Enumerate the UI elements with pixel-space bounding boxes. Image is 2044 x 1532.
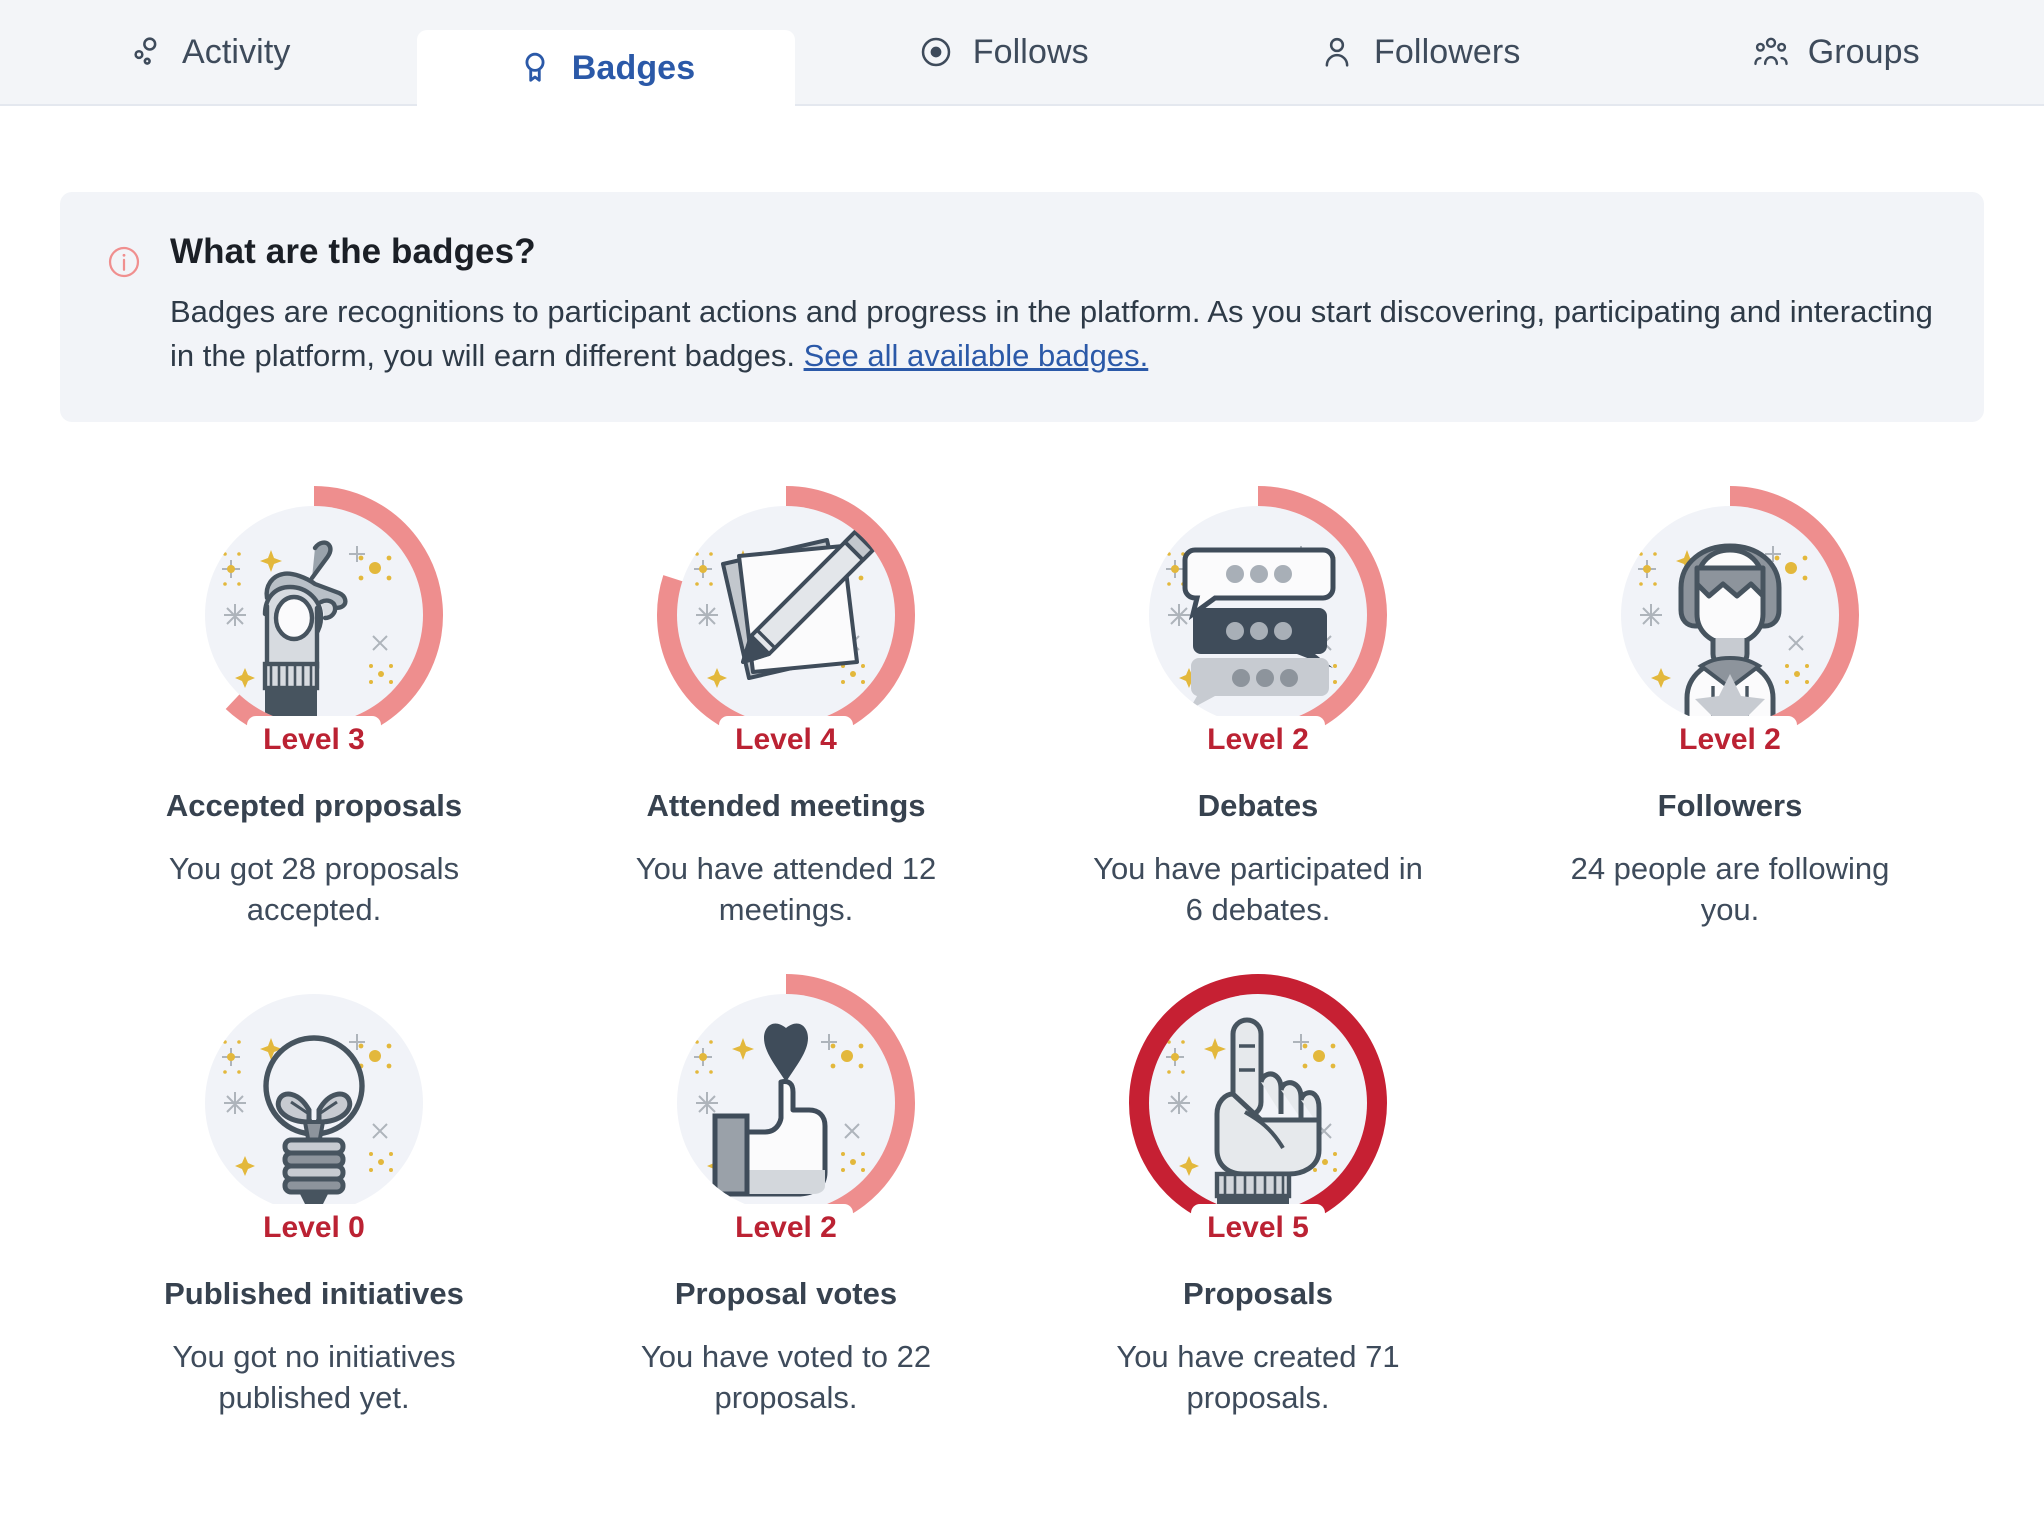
badge-visual: [655, 972, 917, 1234]
badge-visual: [1127, 972, 1389, 1234]
hand-point-up-icon: [1214, 1017, 1322, 1213]
eye-icon: [917, 33, 955, 71]
badge-description: You have created 71 proposals.: [1116, 1339, 1400, 1416]
badge-disc: [1149, 506, 1367, 725]
badge-level-chip: Level 3: [247, 716, 381, 766]
tab-groups-label: Groups: [1807, 32, 1920, 71]
person-star-icon: [1678, 543, 1782, 725]
badge-title: Published initiatives: [164, 1275, 464, 1311]
badge-description: You have voted to 22 proposals.: [640, 1339, 932, 1416]
tab-groups[interactable]: Groups: [1628, 0, 2044, 104]
tab-activity-label: Activity: [182, 32, 291, 71]
tab-follows[interactable]: Follows: [795, 0, 1212, 104]
badge-title: Followers: [1657, 787, 1803, 823]
tab-badges-label: Badges: [571, 48, 696, 87]
badge-disc: [205, 994, 423, 1213]
badge-title: Accepted proposals: [165, 787, 463, 823]
badge-title: Proposals: [1183, 1275, 1333, 1311]
person-icon: [1318, 33, 1356, 71]
pencil-papers-icon: [721, 530, 875, 681]
badge-visual: [655, 484, 917, 746]
thumbs-up-heart-icon: [712, 1023, 828, 1197]
people-group-icon: [1752, 33, 1790, 71]
badges-info-callout: What are the badges? Badges are recognit…: [60, 192, 1984, 423]
tab-followers-label: Followers: [1374, 32, 1521, 71]
tab-followers[interactable]: Followers: [1211, 0, 1628, 104]
badge-card[interactable]: Level 2 Debates You have participated in 6…: [1022, 484, 1494, 930]
callout-text: Badges are recognitions to participant a…: [170, 290, 1938, 378]
badge-visual: [1127, 484, 1389, 746]
badge-title: Debates: [1197, 787, 1319, 823]
badge-level-chip: Level 2: [1663, 716, 1797, 766]
badge-title: Proposal votes: [674, 1275, 898, 1311]
badge-card[interactable]: Level 2 Proposal votes You have voted to 2…: [550, 972, 1022, 1418]
tab-activity[interactable]: Activity: [0, 0, 417, 104]
badge-ribbon-icon: [516, 49, 554, 87]
badge-visual: [183, 484, 445, 746]
badge-disc: [205, 506, 423, 725]
activity-icon: [126, 33, 164, 71]
see-all-badges-link[interactable]: See all available badges.: [804, 338, 1149, 373]
badge-level-chip: Level 5: [1191, 1204, 1325, 1254]
badge-card[interactable]: Level 2 Followers 24 people are following …: [1494, 484, 1966, 930]
badge-card[interactable]: Level 0 Published initiatives You got no i…: [78, 972, 550, 1418]
badge-description: You have participated in 6 debates.: [1093, 850, 1423, 928]
info-circle-icon: [106, 232, 142, 285]
badge-level-chip: Level 4: [719, 716, 853, 766]
badge-card[interactable]: Level 3 Accepted proposals You got 28 prop…: [78, 484, 550, 930]
lightbulb-icon: [263, 1035, 365, 1211]
badge-description: You got no initiatives published yet.: [172, 1339, 456, 1416]
badge-card[interactable]: Level 5 Proposals You have created 71 prop…: [1022, 972, 1494, 1418]
tab-badges[interactable]: Badges: [416, 30, 795, 106]
badge-visual: [183, 972, 445, 1234]
hand-ok-icon: [262, 540, 348, 725]
badges-page: What are the badges? Badges are recognit…: [0, 192, 2044, 1419]
tab-follows-label: Follows: [972, 32, 1089, 71]
badge-disc: [677, 994, 895, 1213]
badge-disc: [677, 506, 895, 725]
badge-description: You got 28 proposals accepted.: [168, 850, 460, 928]
badge-title: Attended meetings: [646, 787, 926, 823]
badge-card[interactable]: Level 4 Attended meetings You have attende…: [550, 484, 1022, 930]
chat-bubbles-icon: [1182, 547, 1336, 711]
badge-disc: [1149, 994, 1367, 1213]
badge-visual: [1599, 484, 1861, 746]
badges-grid: Level 3 Accepted proposals You got 28 prop…: [60, 484, 1984, 1418]
badge-description: 24 people are following you.: [1570, 850, 1890, 928]
callout-title: What are the badges?: [170, 232, 536, 271]
badge-level-chip: Level 0: [247, 1204, 381, 1254]
badge-disc: [1621, 506, 1839, 725]
badge-description: You have attended 12 meetings.: [635, 850, 937, 928]
badge-level-chip: Level 2: [1191, 716, 1325, 766]
badge-level-chip: Level 2: [719, 1204, 853, 1254]
profile-tabbar: Activity Badges Follows Followers Groups: [0, 0, 2044, 106]
